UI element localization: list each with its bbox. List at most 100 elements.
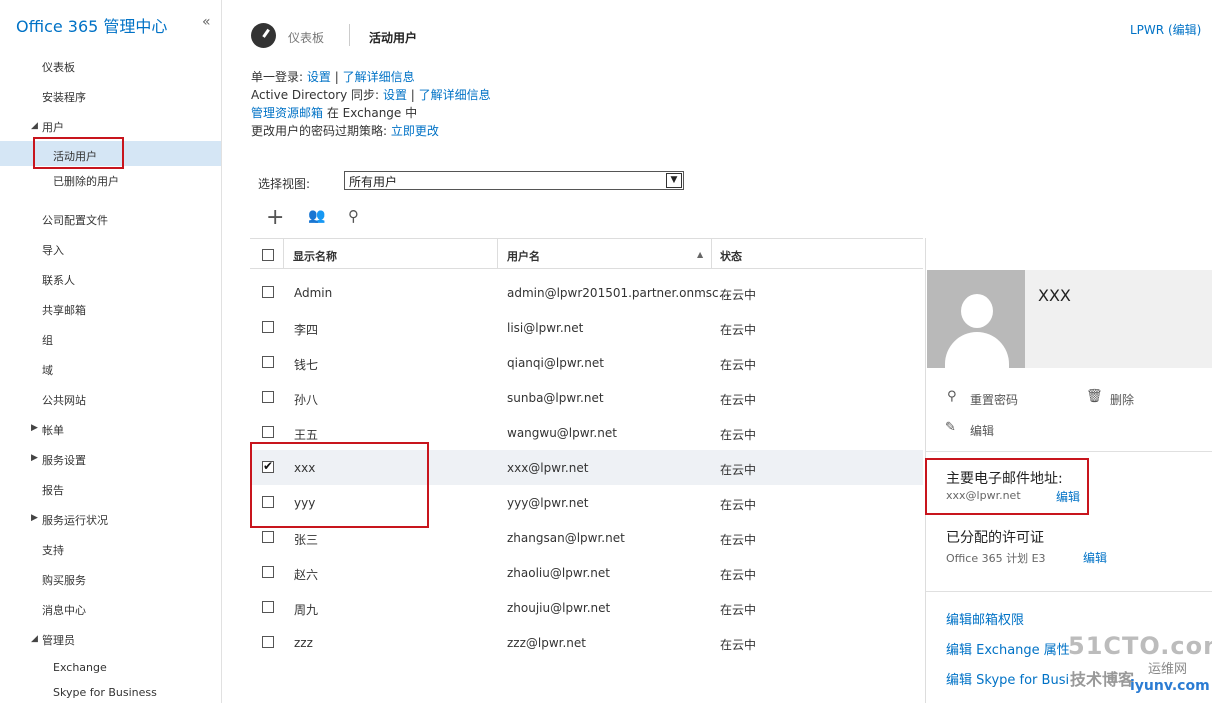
separator: | — [334, 70, 339, 84]
sidebar-item-active-users[interactable]: 活动用户 — [53, 148, 97, 164]
dashboard-gauge-icon[interactable] — [251, 23, 276, 48]
table-row[interactable]: 周九 zhoujiu@lpwr.net 在云中 — [250, 590, 923, 625]
row-checkbox[interactable] — [262, 601, 274, 613]
ad-sync-line: Active Directory 同步: 设置 | 了解详细信息 — [251, 86, 491, 103]
row-checkbox[interactable] — [262, 426, 274, 438]
sidebar-item-admin[interactable]: 管理员 — [42, 632, 75, 648]
cell-display-name: 李四 — [294, 323, 319, 337]
sso-learn-more-link[interactable]: 了解详细信息 — [343, 70, 415, 84]
pencil-icon[interactable]: ✎ — [945, 420, 956, 435]
cell-status: 在云中 — [720, 428, 757, 442]
edit-exchange-properties-link[interactable]: 编辑 Exchange 属性 — [946, 639, 1070, 658]
expanded-caret-icon[interactable]: ◢ — [31, 121, 38, 131]
collapse-sidebar-button[interactable]: « — [202, 14, 211, 30]
sidebar-item-billing[interactable]: 帐单 — [42, 422, 64, 438]
collapsed-caret-icon[interactable]: ▶ — [31, 453, 38, 463]
collapsed-caret-icon[interactable]: ▶ — [31, 513, 38, 523]
avatar-body — [945, 332, 1009, 368]
tenant-edit-link[interactable]: LPWR (编辑) — [1130, 21, 1201, 38]
cell-display-name: zzz — [294, 636, 313, 650]
ad-sync-learn-more-link[interactable]: 了解详细信息 — [419, 88, 491, 102]
sidebar-item-shared-mailboxes[interactable]: 共享邮箱 — [42, 302, 86, 318]
trash-icon[interactable]: 🗑 — [1086, 389, 1103, 404]
cell-username: qianqi@lpwr.net — [507, 356, 604, 370]
resource-mailbox-link[interactable]: 管理资源邮箱 — [251, 106, 323, 120]
table-row[interactable]: 钱七 qianqi@lpwr.net 在云中 — [250, 345, 923, 380]
sidebar-item-company-profile[interactable]: 公司配置文件 — [42, 212, 108, 228]
bulk-add-users-icon[interactable]: 👥 — [308, 208, 325, 224]
sidebar-item-exchange[interactable]: Exchange — [53, 661, 107, 674]
sidebar-item-contacts[interactable]: 联系人 — [42, 272, 75, 288]
sidebar-item-public-website[interactable]: 公共网站 — [42, 392, 86, 408]
column-header-username[interactable]: 用户名 — [507, 248, 540, 264]
row-checkbox[interactable] — [262, 356, 274, 368]
sidebar-item-reports[interactable]: 报告 — [42, 482, 64, 498]
key-icon[interactable]: ⚲ — [947, 389, 957, 404]
table-row[interactable]: 王五 wangwu@lpwr.net 在云中 — [250, 415, 923, 450]
add-icon[interactable]: + — [266, 205, 284, 230]
chevron-down-icon[interactable]: ▼ — [666, 173, 682, 188]
view-select[interactable]: 所有用户 ▼ — [344, 171, 684, 190]
column-divider — [711, 239, 712, 269]
edit-license-link[interactable]: 编辑 — [1083, 549, 1107, 566]
sidebar-item-skype[interactable]: Skype for Business — [53, 686, 157, 699]
sidebar-item-users[interactable]: 用户 — [42, 119, 64, 135]
sidebar-item-service-health[interactable]: 服务运行状况 — [42, 512, 108, 528]
row-checkbox[interactable] — [262, 459, 274, 473]
select-all-checkbox[interactable] — [262, 249, 274, 261]
edit-user-button[interactable]: 编辑 — [970, 422, 994, 439]
row-checkbox[interactable] — [262, 321, 274, 333]
watermark-site: 51CTO.com — [1068, 632, 1212, 660]
edit-email-link[interactable]: 编辑 — [1056, 488, 1080, 505]
sidebar-item-message-center[interactable]: 消息中心 — [42, 602, 86, 618]
row-checkbox[interactable] — [262, 391, 274, 403]
divider — [926, 451, 1212, 452]
collapsed-caret-icon[interactable]: ▶ — [31, 423, 38, 433]
row-checkbox[interactable] — [262, 286, 274, 298]
password-policy-link[interactable]: 立即更改 — [391, 124, 439, 138]
sidebar-item-deleted-users[interactable]: 已删除的用户 — [53, 173, 119, 189]
sidebar-item-groups[interactable]: 组 — [42, 332, 53, 348]
reset-password-button[interactable]: 重置密码 — [970, 391, 1018, 408]
table-row[interactable]: 李四 lisi@lpwr.net 在云中 — [250, 310, 923, 345]
row-checkbox[interactable] — [262, 531, 274, 543]
table-row[interactable]: 赵六 zhaoliu@lpwr.net 在云中 — [250, 555, 923, 590]
row-checkbox[interactable] — [262, 566, 274, 578]
cell-username: sunba@lpwr.net — [507, 391, 604, 405]
sort-ascending-icon[interactable]: ▲ — [697, 250, 703, 259]
row-checkbox[interactable] — [262, 636, 274, 648]
cell-status: 在云中 — [720, 638, 757, 652]
delete-user-button[interactable]: 删除 — [1110, 391, 1134, 408]
expanded-caret-icon[interactable]: ◢ — [31, 634, 38, 644]
ad-sync-settings-link[interactable]: 设置 — [383, 88, 407, 102]
table-row[interactable]: 孙八 sunba@lpwr.net 在云中 — [250, 380, 923, 415]
column-header-status[interactable]: 状态 — [720, 248, 742, 264]
sidebar-item-support[interactable]: 支持 — [42, 542, 64, 558]
table-row[interactable]: xxx xxx@lpwr.net 在云中 — [250, 450, 923, 485]
cell-status: 在云中 — [720, 323, 757, 337]
cell-status: 在云中 — [720, 393, 757, 407]
watermark-domain: iyunv.com — [1130, 678, 1210, 694]
sso-settings-link[interactable]: 设置 — [307, 70, 331, 84]
resource-mailbox-text: 在 Exchange 中 — [326, 106, 418, 120]
sidebar-item-import[interactable]: 导入 — [42, 242, 64, 258]
breadcrumb-dashboard[interactable]: 仪表板 — [288, 29, 324, 46]
sidebar-item-setup[interactable]: 安装程序 — [42, 89, 86, 105]
sidebar-item-service-settings[interactable]: 服务设置 — [42, 452, 86, 468]
edit-skype-properties-link[interactable]: 编辑 Skype for Busi — [946, 669, 1069, 688]
sidebar-item-dashboard[interactable]: 仪表板 — [42, 59, 75, 75]
sidebar-item-domains[interactable]: 域 — [42, 362, 53, 378]
cell-status: 在云中 — [720, 288, 757, 302]
edit-mailbox-permissions-link[interactable]: 编辑邮箱权限 — [946, 609, 1024, 628]
table-row[interactable]: 张三 zhangsan@lpwr.net 在云中 — [250, 520, 923, 555]
cell-status: 在云中 — [720, 568, 757, 582]
column-header-name[interactable]: 显示名称 — [293, 248, 337, 264]
search-icon[interactable]: ⚲ — [348, 207, 359, 225]
app-title: Office 365 管理中心 — [16, 17, 168, 36]
row-checkbox[interactable] — [262, 496, 274, 508]
view-label: 选择视图: — [258, 177, 311, 191]
table-row[interactable]: yyy yyy@lpwr.net 在云中 — [250, 485, 923, 520]
table-row[interactable]: Admin admin@lpwr201501.partner.onmsc... 在云… — [250, 275, 923, 310]
sidebar-item-purchase[interactable]: 购买服务 — [42, 572, 86, 588]
table-row[interactable]: zzz zzz@lpwr.net 在云中 — [250, 625, 923, 660]
